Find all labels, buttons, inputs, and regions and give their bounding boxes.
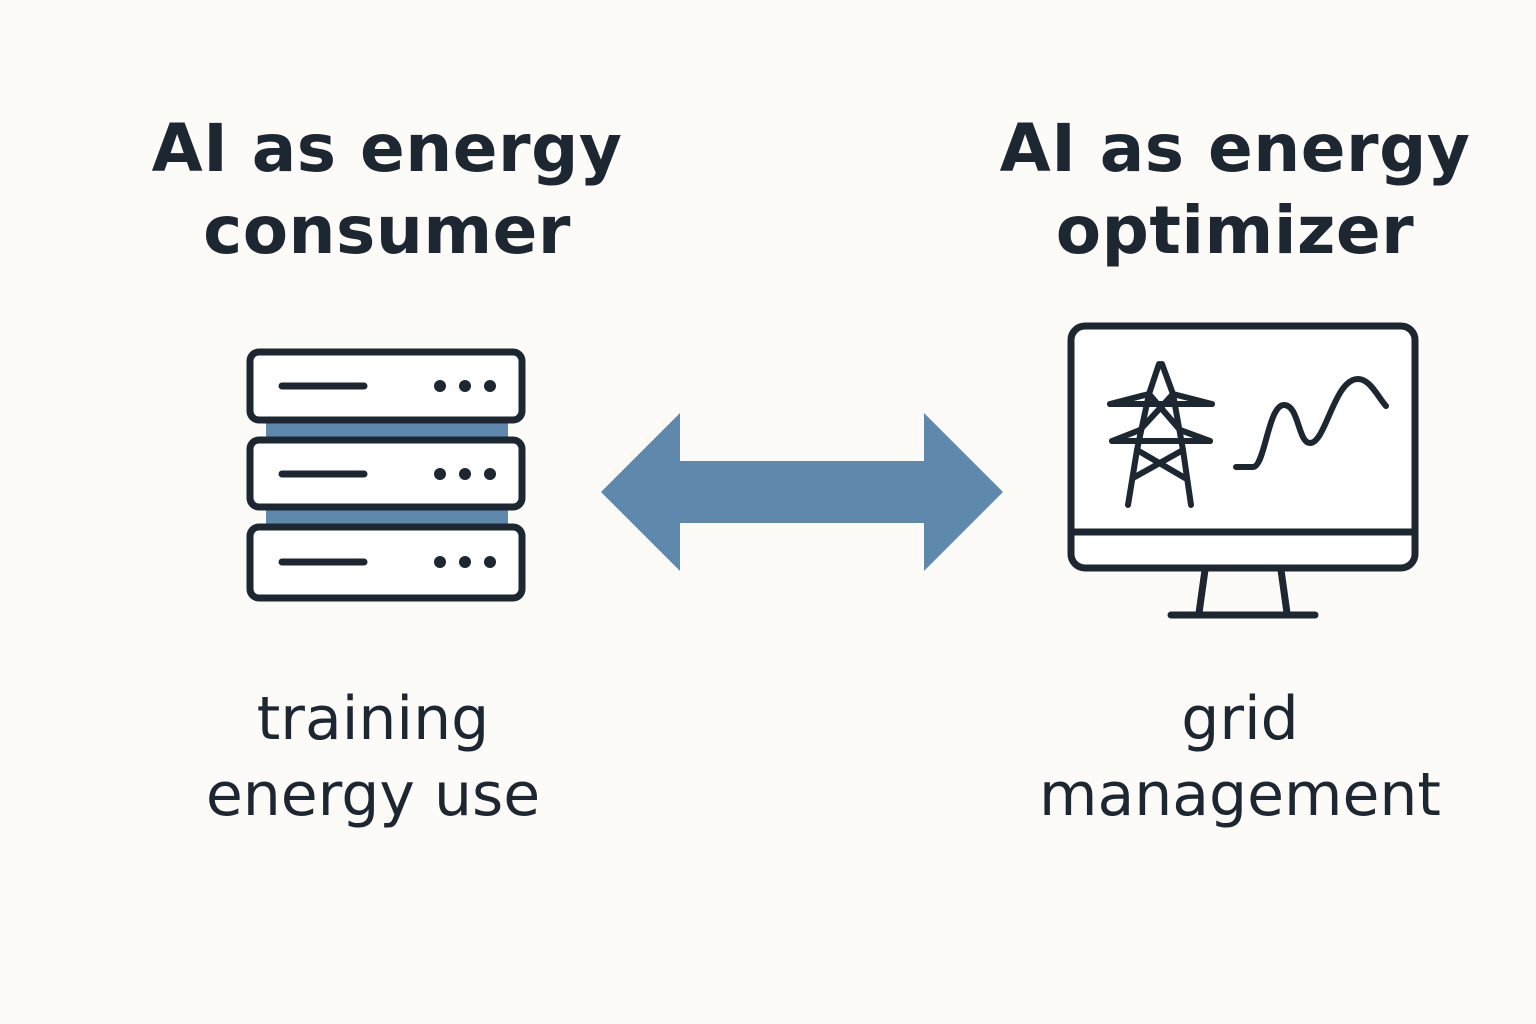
monitor-icon <box>1067 322 1419 619</box>
monitor-stand-right <box>1277 566 1291 617</box>
right-caption: grid management <box>960 681 1520 833</box>
left-caption-line1: training <box>256 684 490 754</box>
monitor-stand-left <box>1195 566 1209 617</box>
diagram-graphics <box>246 322 1419 619</box>
server-led <box>459 556 471 568</box>
diagram-canvas: AI as energy consumer AI as energy optim… <box>0 0 1536 1024</box>
server-led <box>434 468 446 480</box>
double-headed-arrow-icon <box>601 413 1003 571</box>
server-led <box>434 556 446 568</box>
left-caption-line2: energy use <box>205 760 541 830</box>
left-caption: training energy use <box>93 681 653 833</box>
server-led <box>459 380 471 392</box>
server-led <box>484 468 496 480</box>
server-led <box>484 380 496 392</box>
server-rack-icon <box>246 348 526 602</box>
server-led <box>434 380 446 392</box>
server-led <box>459 468 471 480</box>
right-caption-line1: grid <box>1181 684 1299 754</box>
server-led <box>484 556 496 568</box>
right-caption-line2: management <box>1039 760 1441 830</box>
